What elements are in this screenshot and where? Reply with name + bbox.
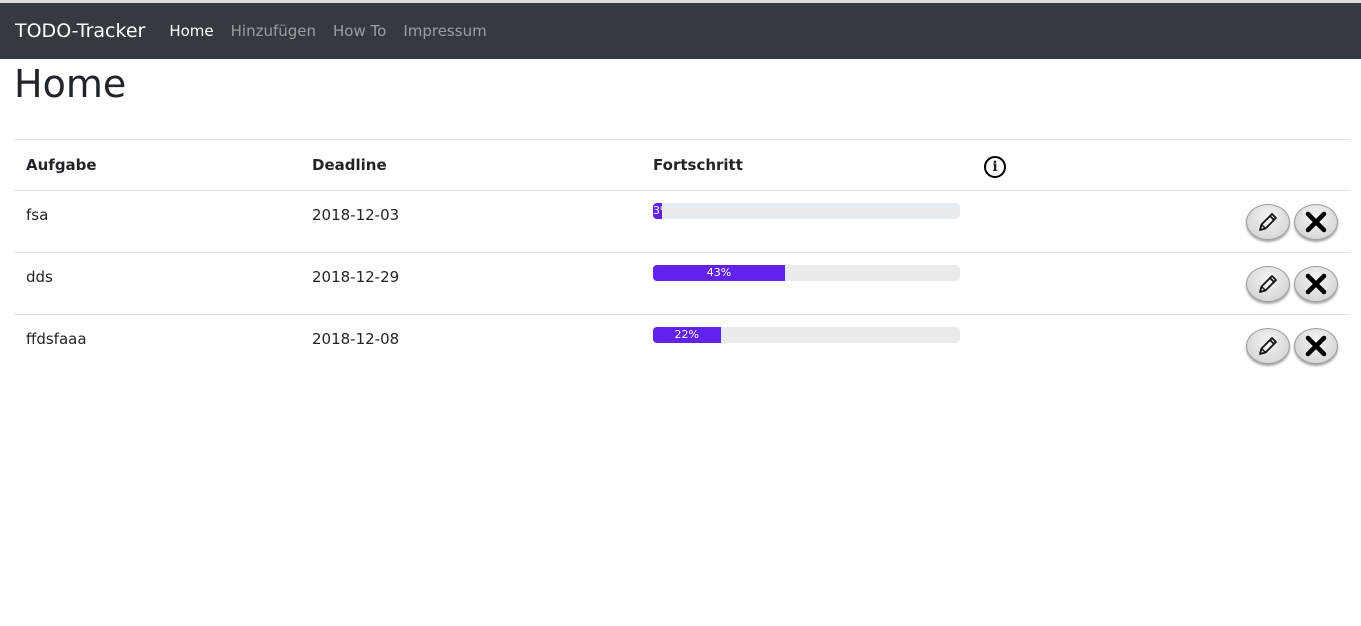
task-deadline: 2018-12-03 [312, 206, 400, 224]
edit-button[interactable] [1246, 328, 1290, 364]
table-row: ffdsfaaa 2018-12-08 22% [14, 314, 1350, 376]
pencil-icon [1259, 213, 1277, 231]
row-actions [1048, 315, 1350, 364]
progress-bar-fill: 43% [653, 265, 785, 281]
close-icon [1305, 273, 1327, 295]
nav-link-howto[interactable]: How To [333, 22, 386, 40]
column-header-actions [1047, 139, 1350, 191]
row-actions [1048, 191, 1350, 240]
progress-bar-fill: 3% [653, 203, 663, 219]
column-header-info: i [984, 139, 1048, 191]
progress-bar-track: 22% [653, 327, 960, 343]
nav-link-home[interactable]: Home [169, 22, 213, 40]
edit-button[interactable] [1246, 204, 1290, 240]
task-name: fsa [26, 206, 49, 224]
table-header-row: Aufgabe Deadline Fortschritt i [14, 139, 1350, 191]
progress-bar-track: 3% [653, 203, 960, 219]
close-icon [1305, 335, 1327, 357]
task-name: dds [26, 268, 53, 286]
navbar-brand[interactable]: TODO-Tracker [15, 20, 145, 42]
task-deadline: 2018-12-29 [312, 268, 400, 286]
column-header-task: Aufgabe [14, 139, 312, 191]
column-header-progress: Fortschritt [653, 139, 984, 191]
pencil-icon [1259, 337, 1277, 355]
edit-button[interactable] [1246, 266, 1290, 302]
progress-bar-fill: 22% [653, 327, 721, 343]
delete-button[interactable] [1294, 328, 1338, 364]
todo-table: Aufgabe Deadline Fortschritt i fsa 2018-… [14, 139, 1350, 376]
pencil-icon [1259, 275, 1277, 293]
row-actions [1048, 253, 1350, 302]
delete-button[interactable] [1294, 204, 1338, 240]
progress-bar-track: 43% [653, 265, 960, 281]
delete-button[interactable] [1294, 266, 1338, 302]
task-deadline: 2018-12-08 [312, 330, 400, 348]
table-row: dds 2018-12-29 43% [14, 252, 1350, 315]
info-icon[interactable]: i [984, 156, 1006, 178]
task-name: ffdsfaaa [26, 330, 87, 348]
column-header-deadline: Deadline [312, 139, 653, 191]
nav-link-add[interactable]: Hinzufügen [231, 22, 316, 40]
table-row: fsa 2018-12-03 3% [14, 190, 1350, 253]
navbar: TODO-Tracker Home Hinzufügen How To Impr… [0, 3, 1361, 59]
close-icon [1305, 211, 1327, 233]
page-title: Home [14, 62, 127, 106]
nav-link-impressum[interactable]: Impressum [403, 22, 486, 40]
